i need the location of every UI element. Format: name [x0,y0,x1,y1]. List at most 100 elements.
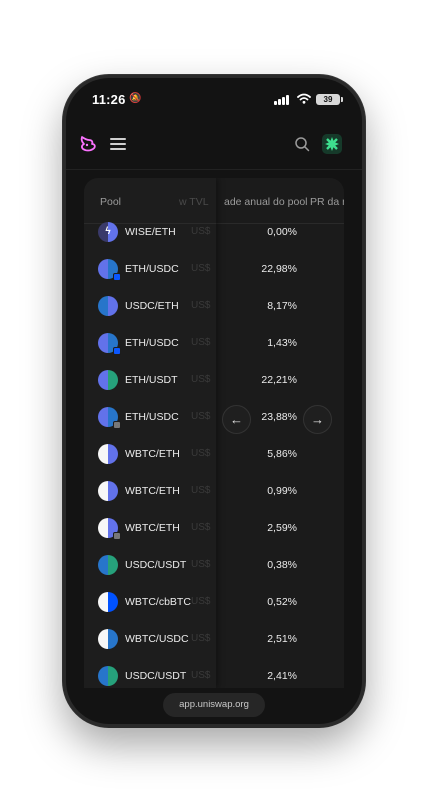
pool-cell[interactable]: USDC/USDT [98,666,186,686]
uniswap-logo-icon[interactable] [78,134,98,154]
table-row[interactable]: USDC/USDT US$ [84,547,216,584]
battery-icon: 39 [316,94,343,105]
token-pair-icon [98,592,118,612]
pool-tvl: US$ [191,337,211,348]
account-avatar[interactable] [322,134,342,154]
token-glyph [98,444,118,464]
table-row[interactable]: USDC/USDT US$ [84,658,216,688]
pool-apr: 2,41% [267,670,297,682]
token-glyph [98,629,118,649]
pool-apr: 22,21% [261,374,297,386]
table-row[interactable]: WBTC/USDC US$ [84,621,216,658]
browser-url-bar[interactable]: app.uniswap.org [163,693,265,717]
token-glyph: ϟ [105,226,111,237]
chain-badge-icon [113,347,121,355]
pool-tvl: US$ [191,448,211,459]
table-row[interactable]: WBTC/ETH US$ [84,436,216,473]
column-header-pool[interactable]: Pool [100,196,121,208]
pool-cell[interactable]: ETH/USDC [98,259,179,281]
pool-apr: 2,51% [267,633,297,645]
wifi-icon [297,93,311,104]
phone-frame: 11:26 🔕 39 ade anual do pool PR da r 0,0… [63,75,365,727]
token-pair-icon [98,518,121,540]
pool-tvl: US$ [191,485,211,496]
pool-pair-name: WISE/ETH [125,226,176,238]
status-time: 11:26 [92,92,126,107]
pool-cell[interactable]: ϟ WISE/ETH [98,222,176,242]
pool-apr: 0,00% [267,226,297,238]
pool-tvl: US$ [191,374,211,385]
scroll-left-button[interactable]: ← [222,405,251,434]
pool-apr: 0,38% [267,559,297,571]
pool-tvl: US$ [191,559,211,570]
token-pair-icon: ϟ [98,222,118,242]
pool-tvl: US$ [191,263,211,274]
token-pair-icon [98,481,118,501]
table-row[interactable]: ETH/USDC US$ [84,325,216,362]
pool-tvl: US$ [191,633,211,644]
pool-tvl: US$ [191,226,211,237]
pool-cell[interactable]: WBTC/ETH [98,481,180,501]
pool-pair-name: WBTC/USDC [125,633,189,645]
scroll-right-button[interactable]: → [303,405,332,434]
chain-badge-icon [113,421,121,429]
pool-pair-name: ETH/USDC [125,263,179,275]
pool-apr: 5,86% [267,448,297,460]
pool-apr: 0,52% [267,596,297,608]
table-row[interactable]: WBTC/cbBTC US$ [84,584,216,621]
column-header-tvl[interactable]: w TVL [179,196,209,208]
pool-apr: 22,98% [261,263,297,275]
pool-apr: 23,88% [261,411,297,423]
table-row[interactable]: ETH/USDC US$ [84,399,216,436]
pool-pair-name: ETH/USDC [125,337,179,349]
status-bar: 11:26 🔕 39 [92,92,343,108]
pools-table: ade anual do pool PR da r 0,00% 22,98% 8,1… [84,178,344,688]
pool-cell[interactable]: ETH/USDC [98,333,179,355]
table-row[interactable]: WBTC/ETH US$ [84,510,216,547]
token-pair-icon [98,296,118,316]
token-glyph [98,370,118,390]
table-row[interactable]: ETH/USDC US$ [84,251,216,288]
search-icon[interactable] [294,136,310,152]
pool-cell[interactable]: USDC/ETH [98,296,179,316]
pool-cell[interactable]: WBTC/cbBTC [98,592,191,612]
table-row[interactable]: ETH/USDT US$ [84,362,216,399]
pool-pair-name: ETH/USDT [125,374,178,386]
pool-tvl: US$ [191,670,211,681]
token-pair-icon [98,370,118,390]
token-glyph [98,481,118,501]
pool-cell[interactable]: WBTC/USDC [98,629,189,649]
pool-pair-name: ETH/USDC [125,411,179,423]
pool-pair-name: USDC/USDT [125,670,187,682]
chain-badge-icon [113,273,121,281]
pool-cell[interactable]: WBTC/ETH [98,518,180,540]
token-glyph [98,592,118,612]
screen: 11:26 🔕 39 ade anual do pool PR da r 0,0… [66,78,362,724]
pool-pair-name: USDC/USDT [125,559,187,571]
hamburger-menu-icon[interactable] [110,137,128,151]
top-nav [66,126,362,170]
pool-cell[interactable]: WBTC/ETH [98,444,180,464]
chain-badge-icon [113,532,121,540]
token-glyph [98,555,118,575]
pool-cell[interactable]: ETH/USDC [98,407,179,429]
cellular-signal-icon [274,95,290,105]
token-pair-icon [98,555,118,575]
token-pair-icon [98,629,118,649]
pool-cell[interactable]: USDC/USDT [98,555,186,575]
column-header-reward-apr[interactable]: PR da r [310,196,344,208]
column-header-pool-apr[interactable]: ade anual do pool [224,196,308,208]
pool-cell[interactable]: ETH/USDT [98,370,178,390]
table-row[interactable]: ϟ WISE/ETH US$ [84,214,216,251]
table-row[interactable]: WBTC/ETH US$ [84,473,216,510]
pool-apr: 0,99% [267,485,297,497]
token-glyph [98,296,118,316]
token-glyph [98,666,118,686]
table-row[interactable]: USDC/ETH US$ [84,288,216,325]
pool-tvl: US$ [191,596,211,607]
pool-column: Pool w TVL ϟ WISE/ETH US$ ETH/USDC US$ USDC/E… [84,178,216,688]
token-pair-icon [98,444,118,464]
pool-pair-name: WBTC/ETH [125,522,180,534]
pool-tvl: US$ [191,522,211,533]
silent-bell-icon: 🔕 [129,93,142,104]
